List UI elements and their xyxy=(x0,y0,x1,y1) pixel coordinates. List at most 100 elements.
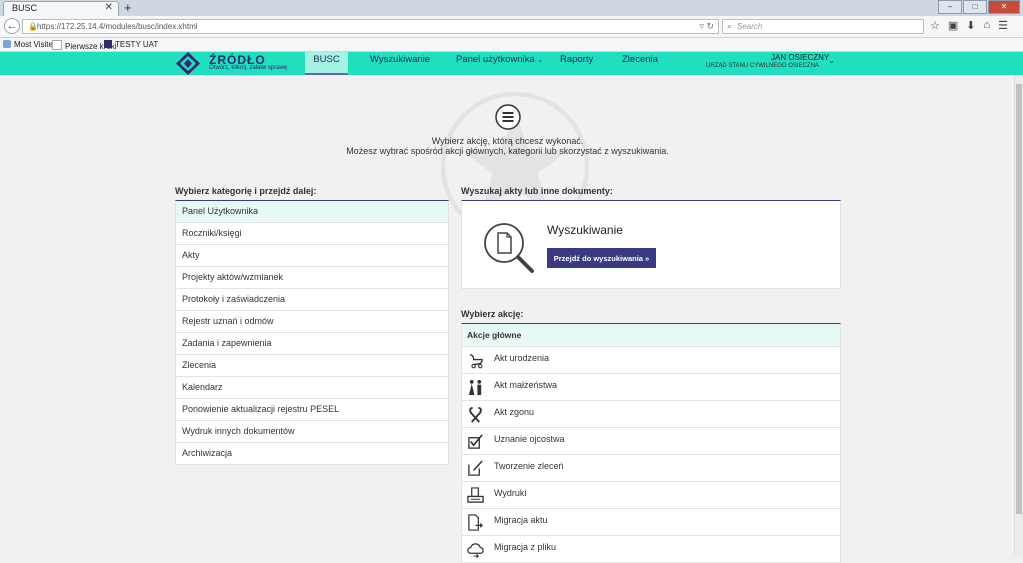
download-icon[interactable]: ⬇ xyxy=(966,19,975,32)
category-item[interactable]: Panel Użytkownika xyxy=(176,201,448,223)
browser-toolbar: ← 🔒 https://172.25.14.4/modules/busc/ind… xyxy=(0,16,1023,38)
couple-icon xyxy=(468,379,482,396)
chevron-down-icon: ⌄ xyxy=(537,57,544,64)
user-name[interactable]: JAN OSIECZNY xyxy=(771,53,829,62)
nav-raporty[interactable]: Raporty xyxy=(560,52,593,75)
ribbon-icon xyxy=(469,406,482,423)
window-close-icon[interactable]: ✕ xyxy=(988,0,1020,14)
nav-label: BUSC xyxy=(313,54,340,65)
actions-header: Akcje główne xyxy=(462,324,840,347)
action-label: Akt urodzenia xyxy=(494,353,550,363)
action-migracja-z-pliku[interactable]: Migracja z pliku xyxy=(462,536,840,563)
nav-label: Panel użytkownika xyxy=(456,54,535,65)
search-placeholder: Search xyxy=(737,22,763,31)
document-arrow-icon xyxy=(468,514,483,531)
action-uznanie-ojcostwa[interactable]: Uznanie ojcostwa xyxy=(462,428,840,455)
toolbar-icons: ☆ ▣ ⬇ ⌂ ☰ xyxy=(930,19,1008,32)
action-label: Uznanie ojcostwa xyxy=(494,434,565,444)
new-tab-icon[interactable]: + xyxy=(124,0,132,15)
nav-label: Raporty xyxy=(560,54,594,65)
search-panel: Wyszukiwanie Przejdź do wyszukiwania » xyxy=(461,200,841,289)
action-label: Migracja aktu xyxy=(494,515,548,525)
category-item[interactable]: Kalendarz xyxy=(176,377,448,399)
action-label: Migracja z pliku xyxy=(494,542,557,552)
nav-label: Zlecenia xyxy=(622,54,658,65)
page-icon xyxy=(52,40,62,50)
site-icon xyxy=(104,40,112,48)
go-to-search-button[interactable]: Przejdź do wyszukiwania » xyxy=(547,248,656,268)
action-wydruki[interactable]: Wydruki xyxy=(462,482,840,509)
cloud-icon xyxy=(467,543,484,558)
actions-title: Wybierz akcję: xyxy=(461,309,524,319)
action-tworzenie-zlecen[interactable]: Tworzenie zleceń xyxy=(462,455,840,482)
intro-line-1: Wybierz akcję, którą chcesz wykonać. xyxy=(431,136,584,146)
actions-list: Akcje główne Akt urodzenia Akt małżeństw… xyxy=(461,323,841,563)
nav-wyszukiwanie[interactable]: Wyszukiwanie xyxy=(370,52,430,75)
action-akt-malzenstwa[interactable]: Akt małżeństwa xyxy=(462,374,840,401)
main-content: Wybierz akcję, którą chcesz wykonać. Moż… xyxy=(0,75,1023,563)
nav-busc[interactable]: BUSC xyxy=(305,52,348,75)
bookmark-most-visited[interactable]: Most Visited xyxy=(3,40,57,49)
nav-zlecenia[interactable]: Zlecenia xyxy=(622,52,658,75)
nav-panel-uzytkownika[interactable]: Panel użytkownika ⌄ xyxy=(456,52,543,75)
stroller-icon xyxy=(469,354,483,369)
home-icon[interactable]: ⌂ xyxy=(984,19,991,32)
browser-tab[interactable]: BUSC ✕ xyxy=(3,1,119,16)
minimize-icon[interactable]: – xyxy=(938,0,962,14)
bookmark-testy-uat[interactable]: TESTY UAT xyxy=(104,40,158,49)
action-label: Wydruki xyxy=(494,488,527,498)
window-controls: – □ ✕ xyxy=(938,0,1020,14)
reload-icon[interactable]: ▿ ↻ xyxy=(699,21,714,32)
back-button[interactable]: ← xyxy=(4,18,20,34)
action-migracja-aktu[interactable]: Migracja aktu xyxy=(462,509,840,536)
scrollbar-thumb[interactable] xyxy=(1016,84,1022,514)
page-scrollbar[interactable] xyxy=(1014,75,1023,554)
categories-list: Panel Użytkownika Roczniki/księgi Akty P… xyxy=(175,200,449,465)
bookmarks-bar: Most Visited Pierwsze kroki TESTY UAT xyxy=(0,38,1023,52)
action-label: Akt małżeństwa xyxy=(494,380,558,390)
action-label: Akt zgonu xyxy=(494,407,535,417)
search-section-title: Wyszukaj akty lub inne dokumenty: xyxy=(461,186,613,196)
app-header: ŹRÓDŁO Otwórz, kliknij, załatw sprawę BU… xyxy=(0,52,1023,75)
category-item[interactable]: Zlecenia xyxy=(176,355,448,377)
category-item[interactable]: Akty xyxy=(176,245,448,267)
category-item[interactable]: Ponowienie aktualizacji rejestru PESEL xyxy=(176,399,448,421)
action-label: Tworzenie zleceń xyxy=(494,461,564,471)
browser-tab-title: BUSC xyxy=(12,3,38,13)
action-akt-urodzenia[interactable]: Akt urodzenia xyxy=(462,347,840,374)
category-item[interactable]: Archiwizacja xyxy=(176,443,448,465)
category-item[interactable]: Rejestr uznań i odmów xyxy=(176,311,448,333)
categories-title: Wybierz kategorię i przejdź dalej: xyxy=(175,186,317,196)
user-office: URZĄD STANU CYWILNEGO OSIECZNA xyxy=(706,63,819,69)
category-item[interactable]: Projekty aktów/wzmianek xyxy=(176,267,448,289)
search-heading: Wyszukiwanie xyxy=(547,223,623,237)
address-bar[interactable]: 🔒 https://172.25.14.4/modules/busc/index… xyxy=(22,19,719,34)
browser-tab-strip: BUSC ✕ + – □ ✕ xyxy=(0,0,1023,16)
document-search-icon xyxy=(484,223,534,273)
menu-icon[interactable]: ☰ xyxy=(998,19,1008,32)
url-text: https://172.25.14.4/modules/busc/index.x… xyxy=(37,22,198,31)
bookmarks-folder-icon xyxy=(3,40,11,48)
logo-subtitle: Otwórz, kliknij, załatw sprawę xyxy=(209,65,288,71)
browser-search-input[interactable]: ⌕ Search xyxy=(722,19,924,34)
bookmark-star-icon[interactable]: ☆ xyxy=(930,19,940,32)
checkbox-icon xyxy=(468,434,483,449)
maximize-icon[interactable]: □ xyxy=(963,0,987,14)
category-item[interactable]: Roczniki/księgi xyxy=(176,223,448,245)
logo-icon[interactable] xyxy=(176,52,200,75)
actions-list-icon xyxy=(495,104,521,130)
category-item[interactable]: Protokoły i zaświadczenia xyxy=(176,289,448,311)
nav-label: Wyszukiwanie xyxy=(370,54,431,65)
action-akt-zgonu[interactable]: Akt zgonu xyxy=(462,401,840,428)
bookmark-label: TESTY UAT xyxy=(115,40,159,49)
category-item[interactable]: Wydruk innych dokumentów xyxy=(176,421,448,443)
bookmark-label: Most Visited xyxy=(14,40,58,49)
user-menu-chevron-icon[interactable]: ⌄ xyxy=(828,56,835,65)
category-item[interactable]: Zadania i zapewnienia xyxy=(176,333,448,355)
search-icon: ⌕ xyxy=(727,21,733,31)
tab-close-icon[interactable]: ✕ xyxy=(105,2,113,13)
edit-icon xyxy=(468,460,483,476)
printer-icon xyxy=(467,487,484,503)
clipboard-icon[interactable]: ▣ xyxy=(948,19,958,32)
intro-line-2: Możesz wybrać spośród akcji głównych, ka… xyxy=(346,146,669,156)
